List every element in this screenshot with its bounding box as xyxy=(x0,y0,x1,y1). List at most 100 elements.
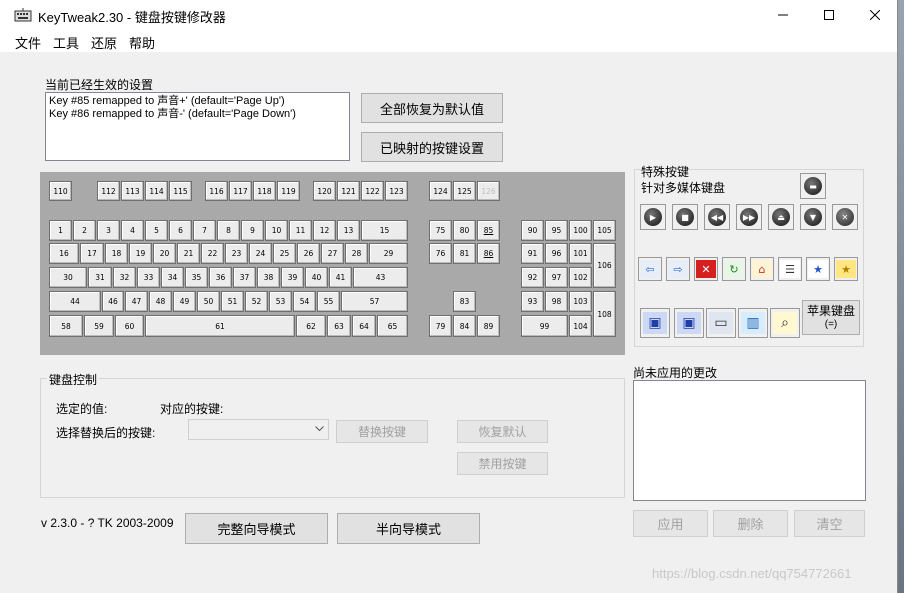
favorites-button[interactable]: ★ xyxy=(806,257,830,281)
key-6[interactable]: 6 xyxy=(169,220,192,241)
menu-restore[interactable]: 还原 xyxy=(91,33,117,52)
key-1[interactable]: 1 xyxy=(49,220,72,241)
key-26[interactable]: 26 xyxy=(297,243,320,264)
stop-button[interactable]: ■ xyxy=(672,204,698,230)
close-button[interactable] xyxy=(852,0,897,30)
key-84[interactable]: 84 xyxy=(453,315,476,337)
key-93[interactable]: 93 xyxy=(521,291,544,312)
key-18[interactable]: 18 xyxy=(105,243,128,264)
key-28[interactable]: 28 xyxy=(345,243,368,264)
rewind-button[interactable]: ◀◀ xyxy=(704,204,730,230)
key-76[interactable]: 76 xyxy=(429,243,452,264)
key-13[interactable]: 13 xyxy=(337,220,360,241)
full-wizard-button[interactable]: 完整向导模式 xyxy=(185,513,328,544)
search-button[interactable]: ⌕ xyxy=(770,308,800,338)
key-119[interactable]: 119 xyxy=(277,181,300,201)
key-86[interactable]: 86 xyxy=(477,243,500,264)
key-43[interactable]: 43 xyxy=(353,267,408,288)
key-124[interactable]: 124 xyxy=(429,181,452,201)
key-79[interactable]: 79 xyxy=(429,315,452,337)
key-29[interactable]: 29 xyxy=(369,243,408,264)
key-10[interactable]: 10 xyxy=(265,220,288,241)
key-21[interactable]: 21 xyxy=(177,243,200,264)
key-11[interactable]: 11 xyxy=(289,220,312,241)
key-51[interactable]: 51 xyxy=(221,291,244,312)
key-9[interactable]: 9 xyxy=(241,220,264,241)
key-85[interactable]: 85 xyxy=(477,220,500,241)
key-47[interactable]: 47 xyxy=(125,291,148,312)
key-44[interactable]: 44 xyxy=(49,291,101,312)
key-108[interactable]: 108 xyxy=(593,291,616,337)
key-27[interactable]: 27 xyxy=(321,243,344,264)
key-89[interactable]: 89 xyxy=(477,315,500,337)
play-button[interactable]: ▶ xyxy=(640,204,666,230)
key-122[interactable]: 122 xyxy=(361,181,384,201)
key-24[interactable]: 24 xyxy=(249,243,272,264)
key-17[interactable]: 17 xyxy=(80,243,104,264)
key-81[interactable]: 81 xyxy=(453,243,476,264)
key-46[interactable]: 46 xyxy=(102,291,124,312)
key-38[interactable]: 38 xyxy=(257,267,280,288)
key-110[interactable]: 110 xyxy=(49,181,72,201)
pending-changes-list[interactable] xyxy=(633,380,866,501)
my-computer-button[interactable]: ▣ xyxy=(674,308,704,338)
key-99[interactable]: 99 xyxy=(521,315,568,337)
key-61[interactable]: 61 xyxy=(145,315,295,337)
menu-tools[interactable]: 工具 xyxy=(53,33,79,52)
key-49[interactable]: 49 xyxy=(173,291,196,312)
key-120[interactable]: 120 xyxy=(313,181,336,201)
apple-keyboard-button[interactable]: 苹果键盘 (=) xyxy=(802,300,860,335)
restore-all-button[interactable]: 全部恢复为默认值 xyxy=(361,93,503,123)
key-53[interactable]: 53 xyxy=(269,291,292,312)
volume-down-button[interactable]: ▼ xyxy=(800,204,826,230)
forward-nav-button[interactable]: ⇨ xyxy=(666,257,690,281)
key-22[interactable]: 22 xyxy=(201,243,224,264)
key-116[interactable]: 116 xyxy=(205,181,228,201)
key-36[interactable]: 36 xyxy=(209,267,232,288)
mail-button[interactable]: ▣ xyxy=(640,308,670,338)
key-100[interactable]: 100 xyxy=(569,220,592,241)
search-web-button[interactable]: ☰ xyxy=(778,257,802,281)
refresh-button[interactable]: ↻ xyxy=(722,257,746,281)
key-8[interactable]: 8 xyxy=(217,220,240,241)
key-96[interactable]: 96 xyxy=(545,243,568,264)
key-92[interactable]: 92 xyxy=(521,267,544,288)
media-button[interactable]: ★ xyxy=(834,257,858,281)
minimize-button[interactable] xyxy=(760,0,806,30)
apply-button[interactable]: 应用 xyxy=(633,510,708,537)
key-106[interactable]: 106 xyxy=(593,243,616,288)
disable-key-button[interactable]: 禁用按键 xyxy=(457,452,548,475)
key-64[interactable]: 64 xyxy=(352,315,376,337)
key-55[interactable]: 55 xyxy=(317,291,340,312)
remove-button[interactable]: 删除 xyxy=(713,510,788,537)
key-34[interactable]: 34 xyxy=(161,267,184,288)
key-3[interactable]: 3 xyxy=(97,220,120,241)
key-95[interactable]: 95 xyxy=(545,220,568,241)
key-31[interactable]: 31 xyxy=(88,267,112,288)
computer-button[interactable]: ▭ xyxy=(706,308,736,338)
key-54[interactable]: 54 xyxy=(293,291,316,312)
key-41[interactable]: 41 xyxy=(329,267,352,288)
key-63[interactable]: 63 xyxy=(327,315,351,337)
key-59[interactable]: 59 xyxy=(84,315,114,337)
key-37[interactable]: 37 xyxy=(233,267,256,288)
key-121[interactable]: 121 xyxy=(337,181,360,201)
key-65[interactable]: 65 xyxy=(377,315,408,337)
calculator-button[interactable]: ▥ xyxy=(738,308,768,338)
key-101[interactable]: 101 xyxy=(569,243,592,264)
key-91[interactable]: 91 xyxy=(521,243,544,264)
key-50[interactable]: 50 xyxy=(197,291,220,312)
key-123[interactable]: 123 xyxy=(385,181,408,201)
key-16[interactable]: 16 xyxy=(49,243,79,264)
key-104[interactable]: 104 xyxy=(569,315,592,337)
key-126[interactable]: 126 xyxy=(477,181,500,201)
key-23[interactable]: 23 xyxy=(225,243,248,264)
replace-key-button[interactable]: 替换按键 xyxy=(336,420,428,443)
key-113[interactable]: 113 xyxy=(121,181,144,201)
maximize-button[interactable] xyxy=(806,0,852,30)
key-103[interactable]: 103 xyxy=(569,291,592,312)
forward-button[interactable]: ▶▶ xyxy=(736,204,762,230)
key-2[interactable]: 2 xyxy=(73,220,96,241)
key-60[interactable]: 60 xyxy=(115,315,144,337)
mute-button[interactable]: ✕ xyxy=(832,204,858,230)
